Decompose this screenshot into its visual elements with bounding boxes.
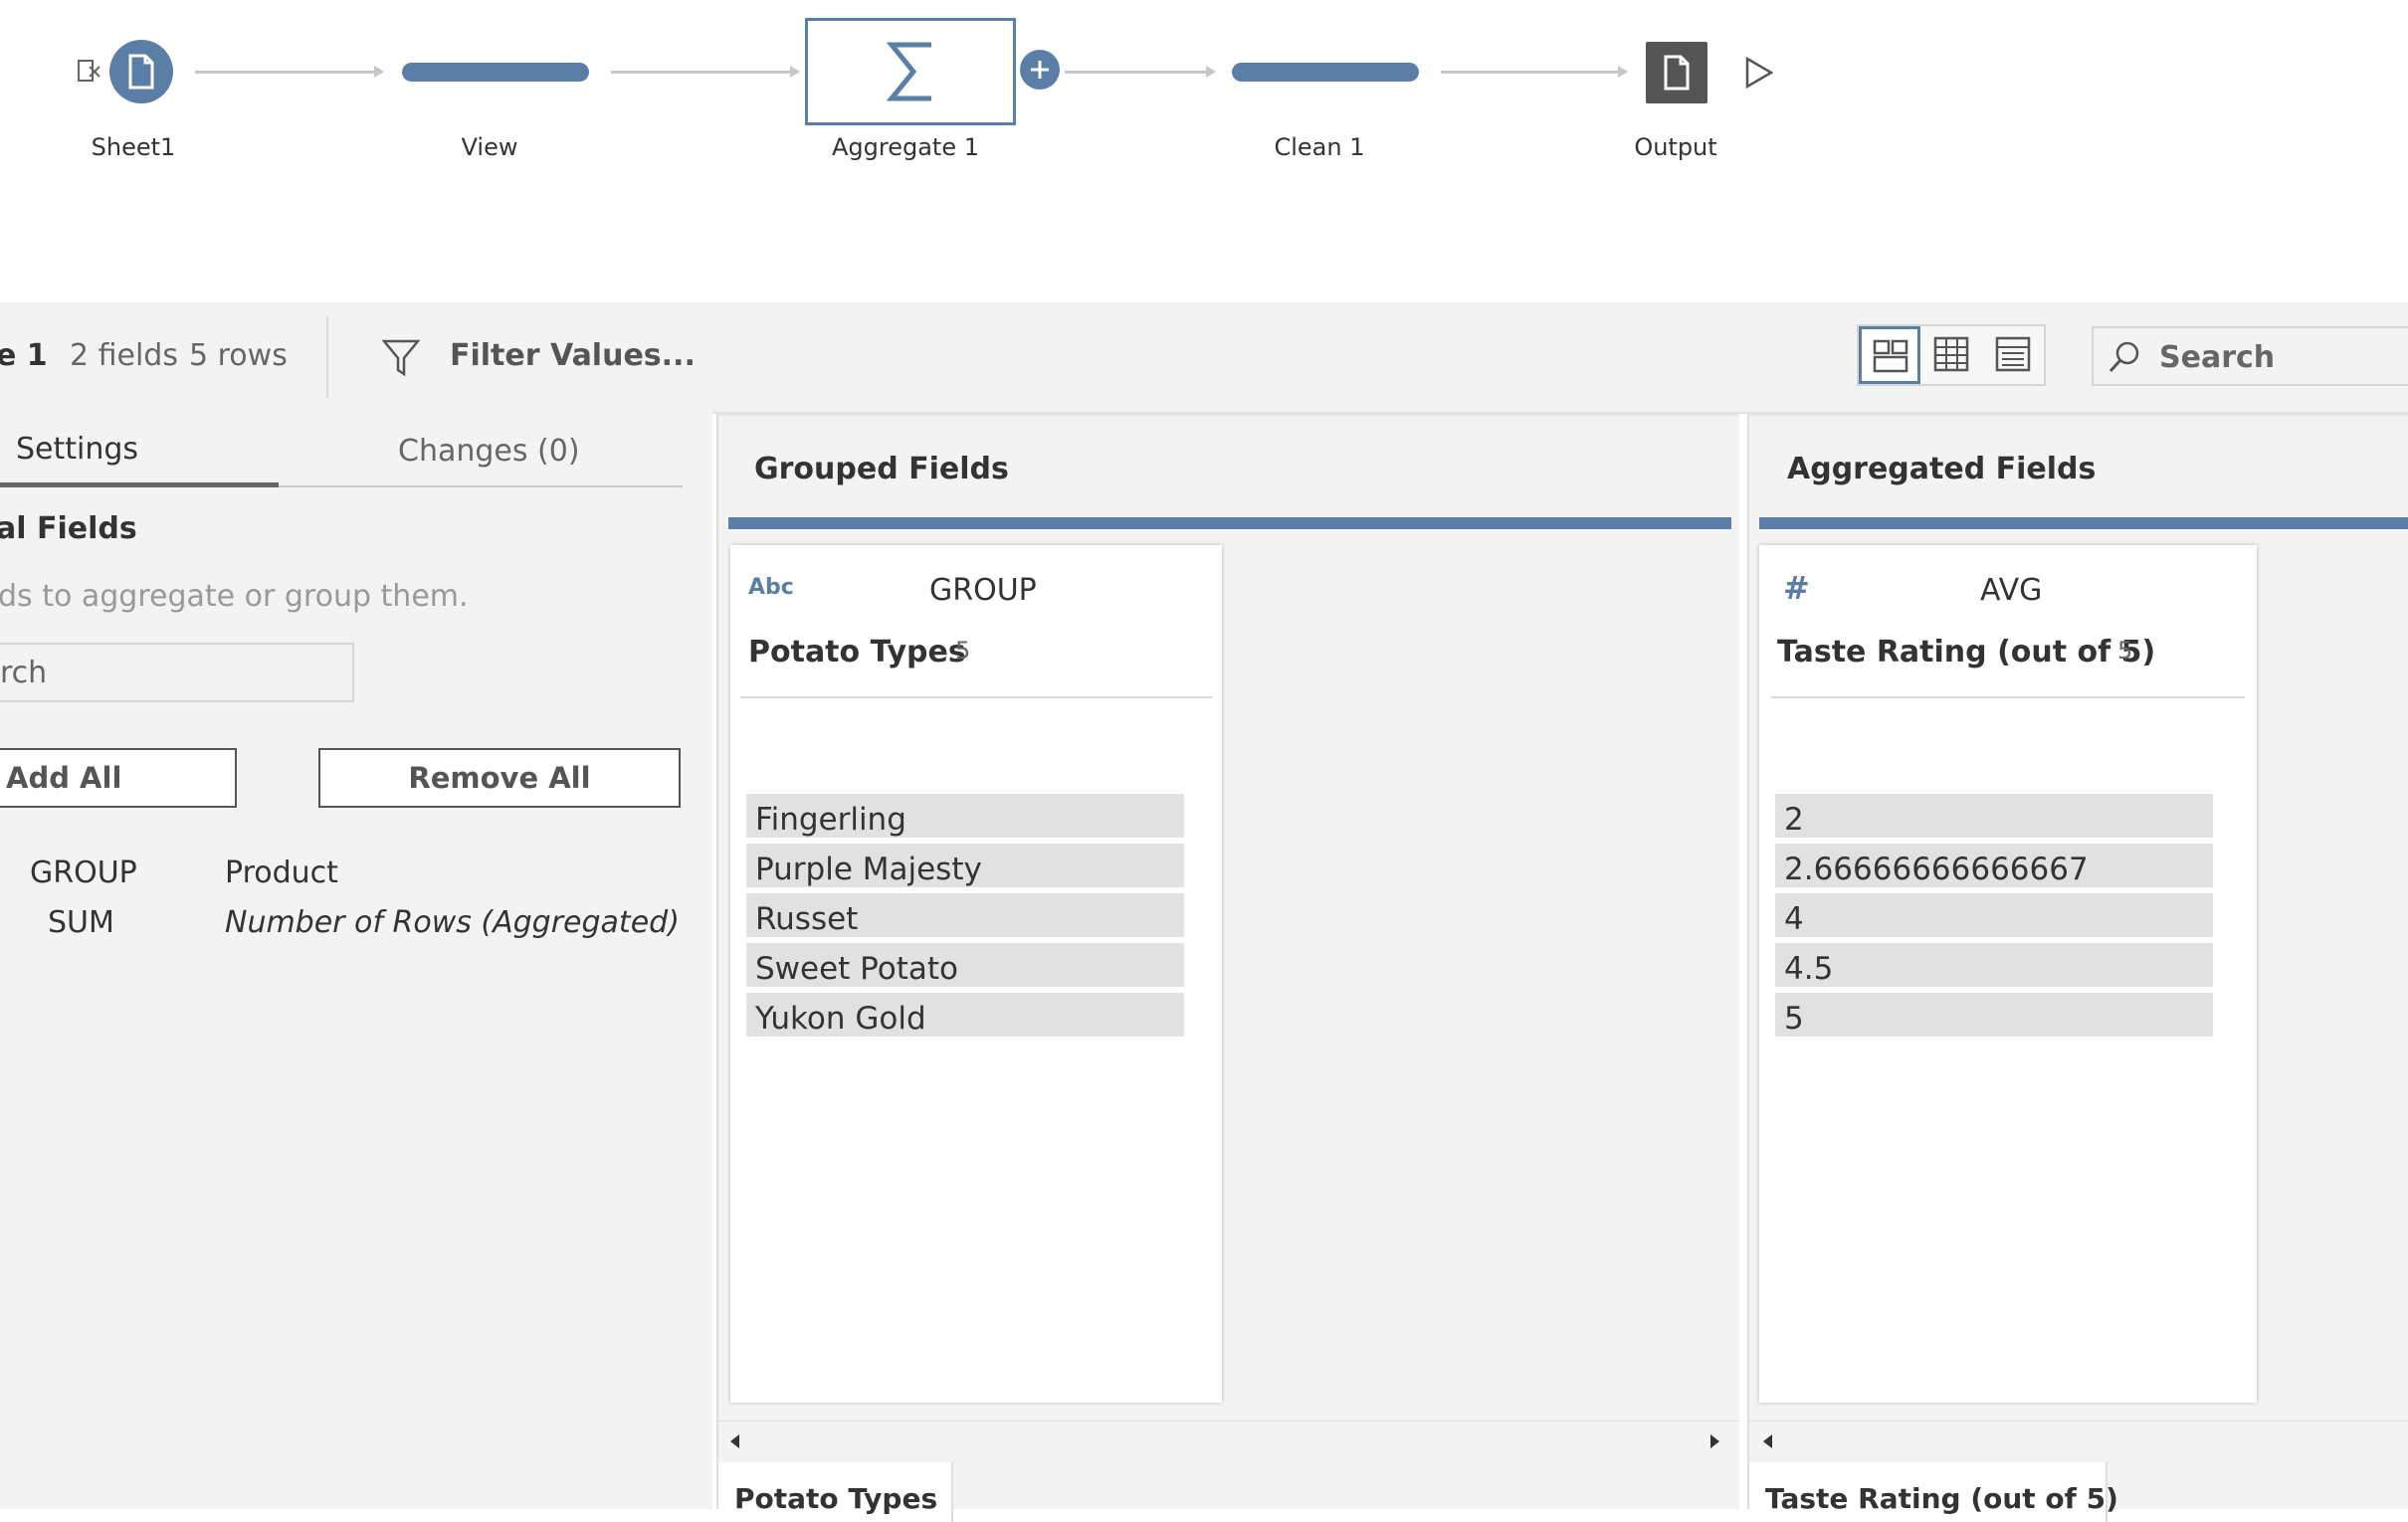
- bottom-field-tab[interactable]: Potato Types: [718, 1462, 953, 1522]
- aggregated-fields-pane: Aggregated Fields # AVG Taste Rating (ou…: [1747, 414, 2408, 1522]
- filter-icon: [382, 339, 420, 377]
- aggregated-fields-band: [1759, 517, 2408, 529]
- tab-active-indicator: [0, 482, 279, 487]
- sigma-icon: [886, 42, 931, 101]
- search-box[interactable]: [2092, 326, 2408, 386]
- list-item[interactable]: 4.5: [1775, 943, 2213, 987]
- add-step-button[interactable]: [1020, 50, 1060, 90]
- connector: [195, 66, 384, 78]
- list-item[interactable]: 2.66666666666667: [1775, 844, 2213, 887]
- list-view-icon: [1995, 336, 2031, 372]
- profile-view-icon: [1873, 339, 1908, 373]
- view-toggle-group: [1857, 324, 2046, 386]
- clean-label: Clean 1: [1274, 133, 1365, 161]
- clean-node[interactable]: [1232, 63, 1419, 82]
- step-toolbar: e 1 2 fields 5 rows Filter Values...: [0, 302, 2408, 414]
- aggregation-label[interactable]: GROUP: [929, 573, 1037, 608]
- fields-count: 2 fields: [70, 338, 178, 373]
- number-type-icon[interactable]: #: [1783, 569, 1810, 607]
- fields-search-input[interactable]: [0, 643, 354, 702]
- aggregate-label: Aggregate 1: [831, 133, 980, 161]
- tab-changes-label: Changes (0): [398, 434, 580, 469]
- field-row[interactable]: SUM Number of Rows (Aggregated): [0, 905, 697, 951]
- distinct-count: 5: [955, 637, 971, 665]
- section-title: al Fields: [0, 511, 137, 546]
- table-view-button[interactable]: [1920, 326, 1982, 384]
- tab-settings[interactable]: Settings: [0, 412, 279, 487]
- list-view-button[interactable]: [1982, 326, 2044, 384]
- document-icon: [128, 54, 154, 90]
- section-hint: ds to aggregate or group them.: [0, 579, 469, 614]
- search-input[interactable]: [2157, 336, 2408, 378]
- list-item[interactable]: 4: [1775, 893, 2213, 937]
- list-item[interactable]: Purple Majesty: [746, 844, 1184, 887]
- view-label: View: [461, 133, 518, 161]
- remove-all-label: Remove All: [408, 761, 591, 795]
- aggregated-fields-title: Aggregated Fields: [1787, 452, 2097, 486]
- grouped-fields-band: [728, 517, 1731, 529]
- remove-all-button[interactable]: Remove All: [318, 748, 681, 808]
- scroll-left-icon[interactable]: [1761, 1433, 1773, 1449]
- taste-rating-card[interactable]: # AVG Taste Rating (out of 5) 5 2 2.6666…: [1759, 545, 2257, 1403]
- bottom-field-tab[interactable]: Taste Rating (out of 5): [1749, 1462, 2118, 1522]
- aggregate-node[interactable]: [805, 18, 1016, 125]
- document-icon: [1664, 55, 1690, 91]
- output-label: Output: [1634, 133, 1717, 161]
- list-item[interactable]: Russet: [746, 893, 1184, 937]
- list-item[interactable]: Yukon Gold: [746, 993, 1184, 1037]
- output-node[interactable]: [1646, 42, 1707, 103]
- profile-view-button[interactable]: [1859, 326, 1920, 384]
- grouped-fields-title: Grouped Fields: [754, 452, 1009, 486]
- field-name: Product: [225, 856, 338, 890]
- input-remove-icon[interactable]: [78, 58, 101, 84]
- sheet1-node[interactable]: [109, 40, 173, 103]
- string-type-icon[interactable]: Abc: [748, 575, 794, 600]
- table-view-icon: [1933, 336, 1969, 372]
- field-aggregation[interactable]: SUM: [48, 905, 114, 940]
- connector: [611, 66, 800, 78]
- tab-underline: [279, 485, 683, 487]
- add-all-label: Add All: [6, 761, 122, 795]
- potato-types-card[interactable]: Abc GROUP Potato Types 5 Fingerling Purp…: [730, 545, 1222, 1403]
- field-name: Number of Rows (Aggregated): [225, 905, 680, 940]
- horizontal-scrollbar[interactable]: [1749, 1421, 2408, 1461]
- search-icon: [2108, 341, 2139, 373]
- card-divider: [740, 696, 1212, 698]
- aggregation-label[interactable]: AVG: [1980, 573, 2042, 608]
- connector: [1441, 66, 1628, 78]
- tab-changes[interactable]: Changes (0): [279, 412, 683, 487]
- distinct-count: 5: [2117, 637, 2133, 665]
- field-name: Taste Rating (out of 5): [1777, 635, 2156, 669]
- step-name: e 1: [0, 338, 48, 373]
- card-divider: [1771, 696, 2245, 698]
- list-item[interactable]: Sweet Potato: [746, 943, 1184, 987]
- flow-canvas[interactable]: Sheet1 View Aggregate 1 Clean 1 Output: [0, 0, 2408, 302]
- toolbar-divider: [326, 316, 328, 398]
- filter-values-label: Filter Values...: [450, 338, 696, 373]
- run-flow-icon[interactable]: [1743, 56, 1775, 90]
- connector: [1065, 66, 1216, 78]
- view-node[interactable]: [402, 63, 589, 82]
- horizontal-scrollbar[interactable]: [718, 1421, 1739, 1461]
- settings-panel: Settings Changes (0) al Fields ds to agg…: [0, 412, 712, 1509]
- field-aggregation[interactable]: GROUP: [30, 856, 137, 890]
- field-row[interactable]: GROUP Product: [0, 856, 697, 901]
- add-all-button[interactable]: Add All: [0, 748, 237, 808]
- scroll-left-icon[interactable]: [728, 1433, 740, 1449]
- list-item[interactable]: 2: [1775, 794, 2213, 838]
- rows-count: 5 rows: [189, 338, 288, 373]
- list-item[interactable]: 5: [1775, 993, 2213, 1037]
- list-item[interactable]: Fingerling: [746, 794, 1184, 838]
- grouped-fields-pane: Grouped Fields Abc GROUP Potato Types 5 …: [716, 414, 1739, 1522]
- tab-settings-label: Settings: [16, 432, 139, 467]
- filter-values-button[interactable]: Filter Values...: [382, 332, 696, 382]
- field-name: Potato Types: [748, 635, 966, 669]
- plus-icon: [1031, 61, 1049, 79]
- sheet1-label: Sheet1: [91, 133, 176, 161]
- scroll-right-icon[interactable]: [1709, 1433, 1721, 1449]
